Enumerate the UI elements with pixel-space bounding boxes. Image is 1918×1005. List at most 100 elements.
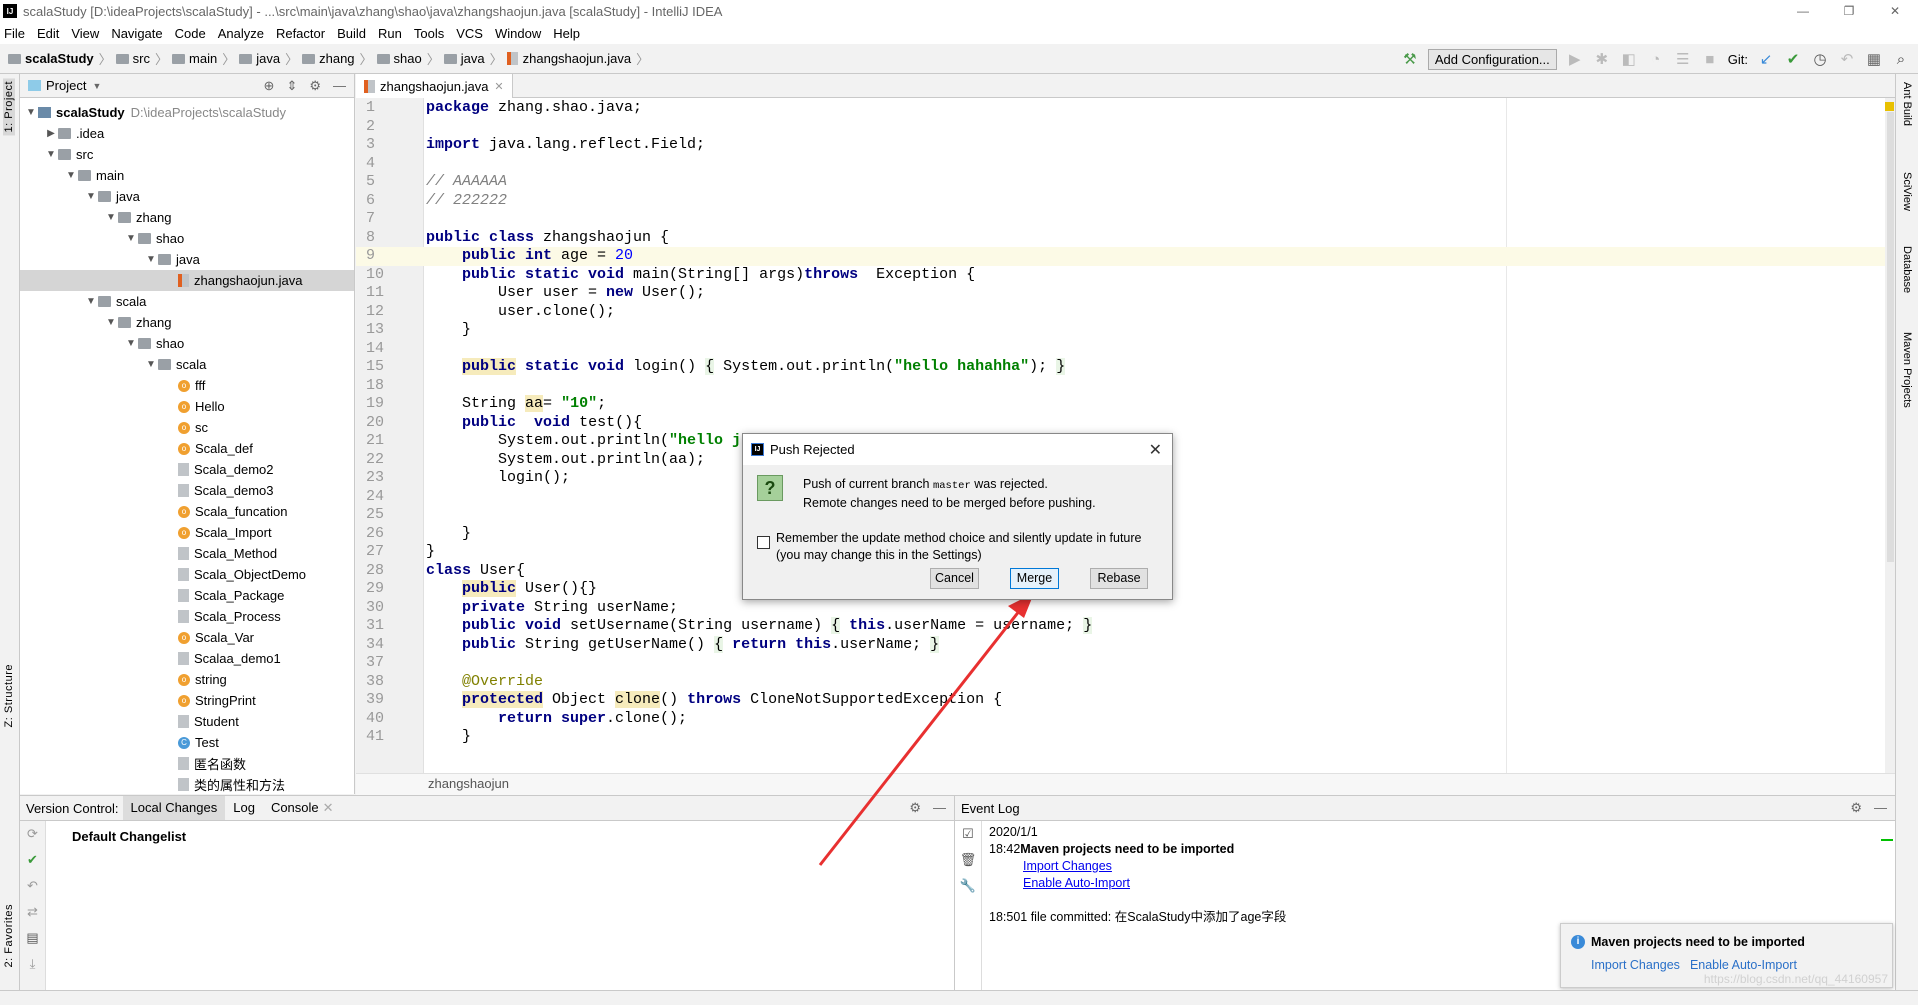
locate-icon[interactable]: ⊕ (264, 78, 275, 94)
tree-item[interactable]: ▼ shao (20, 228, 354, 249)
menu-edit[interactable]: Edit (37, 26, 59, 41)
code-line[interactable]: 34 public String getUserName() { return … (356, 635, 1895, 655)
breadcrumb-item[interactable]: zhangshaojun.java 〉 (506, 49, 649, 68)
code-line[interactable]: 12 user.clone(); (356, 303, 1895, 322)
maximize-button[interactable]: ❐ (1826, 0, 1872, 22)
chevron-down-icon[interactable]: ▼ (84, 296, 98, 307)
menu-vcs[interactable]: VCS (456, 26, 483, 41)
tree-item[interactable]: Scala_demo3 (20, 480, 354, 501)
import-changes-link[interactable]: Import Changes (1023, 859, 1112, 873)
shelve-icon[interactable]: ⤓ (20, 951, 45, 977)
tree-item[interactable]: ▼ shao (20, 333, 354, 354)
tree-item[interactable]: o sc (20, 417, 354, 438)
run-list-icon[interactable]: ☰ (1674, 50, 1692, 68)
tree-item[interactable]: 类的属性和方法 (20, 774, 354, 795)
menu-code[interactable]: Code (175, 26, 206, 41)
breadcrumb-item[interactable]: zhang 〉 (302, 49, 373, 68)
trash-icon[interactable]: 🗑 (955, 847, 981, 873)
close-tab-icon[interactable]: ✕ (323, 800, 334, 815)
warning-marker-icon[interactable] (1885, 102, 1894, 111)
minimize-button[interactable]: — (1780, 0, 1826, 22)
chevron-down-icon[interactable]: ▼ (144, 359, 158, 370)
breadcrumb-item[interactable]: main 〉 (172, 49, 235, 68)
cancel-button[interactable]: Cancel (930, 568, 979, 589)
chevron-down-icon[interactable]: ▼ (104, 317, 118, 328)
structure-tool-button[interactable]: Z: Structure (3, 664, 15, 727)
menu-help[interactable]: Help (553, 26, 580, 41)
chevron-down-icon[interactable]: ▼ (124, 338, 138, 349)
sciview-tool-button[interactable]: SciView (1901, 172, 1913, 211)
tree-item[interactable]: o Scala_Var (20, 627, 354, 648)
chevron-down-icon[interactable]: ▼ (44, 149, 58, 160)
editor-breadcrumb[interactable]: zhangshaojun (356, 773, 1895, 795)
breadcrumb-item[interactable]: scalaStudy 〉 (8, 49, 112, 68)
rollback-icon[interactable]: ↶ (20, 873, 45, 899)
code-line[interactable]: 37 (356, 654, 1895, 673)
tree-item[interactable]: o StringPrint (20, 690, 354, 711)
code-line[interactable]: 6 // 222222 (356, 192, 1895, 211)
code-line[interactable]: 1 package zhang.shao.java; (356, 99, 1895, 118)
git-commit-icon[interactable]: ✔ (1784, 50, 1802, 68)
chevron-down-icon[interactable]: ▼ (124, 233, 138, 244)
tree-item[interactable]: Scala_Package (20, 585, 354, 606)
remember-choice-checkbox[interactable]: Remember the update method choice and si… (757, 530, 1142, 564)
breadcrumb-item[interactable]: src 〉 (115, 49, 168, 68)
code-line[interactable]: 20 public void test(){ (356, 414, 1895, 433)
code-line[interactable]: 40 return super.clone(); (356, 710, 1895, 729)
refresh-icon[interactable]: ⟳ (20, 821, 45, 847)
tree-item[interactable]: ▶ .idea (20, 123, 354, 144)
tree-item[interactable]: Scala_ObjectDemo (20, 564, 354, 585)
close-tab-icon[interactable]: ✕ (494, 80, 503, 93)
menu-analyze[interactable]: Analyze (218, 26, 264, 41)
code-line[interactable]: 13 } (356, 321, 1895, 340)
mark-read-icon[interactable]: ☑ (955, 821, 981, 847)
code-line[interactable]: 9 public int age = 20 (356, 247, 1895, 266)
chevron-right-icon[interactable]: ▶ (44, 128, 58, 139)
code-line[interactable]: 30 private String userName; (356, 599, 1895, 618)
menu-run[interactable]: Run (378, 26, 402, 41)
tree-item[interactable]: zhangshaojun.java (20, 270, 354, 291)
tree-item[interactable]: Scala_Method (20, 543, 354, 564)
tree-item[interactable]: ▼ scala (20, 354, 354, 375)
enable-auto-import-link[interactable]: Enable Auto-Import (1023, 876, 1130, 890)
tree-item[interactable]: o fff (20, 375, 354, 396)
tree-item[interactable]: Scala_demo2 (20, 459, 354, 480)
code-line[interactable]: 14 (356, 340, 1895, 359)
chevron-down-icon[interactable]: ▼ (92, 81, 101, 91)
code-line[interactable]: 5 // AAAAAA (356, 173, 1895, 192)
tree-item[interactable]: Scala_Process (20, 606, 354, 627)
menu-tools[interactable]: Tools (414, 26, 444, 41)
commit-check-icon[interactable]: ✔ (20, 847, 45, 873)
tree-item[interactable]: o Scala_def (20, 438, 354, 459)
tree-item[interactable]: ▼ java (20, 186, 354, 207)
code-line[interactable]: 39 protected Object clone() throws Clone… (356, 691, 1895, 710)
tree-item[interactable]: Scalaa_demo1 (20, 648, 354, 669)
editor-scrollbar[interactable] (1885, 98, 1895, 773)
gear-icon[interactable]: ⚙ (309, 78, 321, 94)
collapse-all-icon[interactable]: ⇕ (286, 78, 297, 94)
tree-item[interactable]: ▼ zhang (20, 312, 354, 333)
gear-icon[interactable]: ⚙ (1850, 800, 1862, 816)
tree-item[interactable]: ▼ zhang (20, 207, 354, 228)
menu-window[interactable]: Window (495, 26, 541, 41)
code-line[interactable]: 4 (356, 155, 1895, 174)
tab-console[interactable]: Console ✕ (263, 796, 342, 820)
tab-local-changes[interactable]: Local Changes (122, 796, 226, 820)
chevron-down-icon[interactable]: ▼ (144, 254, 158, 265)
favorites-tool-button[interactable]: 2: Favorites (3, 904, 15, 967)
chevron-down-icon[interactable]: ▼ (104, 212, 118, 223)
import-changes-link[interactable]: Import Changes (1591, 958, 1680, 972)
add-configuration-button[interactable]: Add Configuration... (1427, 48, 1557, 70)
menu-view[interactable]: View (71, 26, 99, 41)
history-icon[interactable]: ◷ (1811, 50, 1829, 68)
maven-projects-tool-button[interactable]: Maven Projects (1901, 332, 1913, 408)
tree-item[interactable]: ▼ src (20, 144, 354, 165)
hide-icon[interactable]: — (1874, 800, 1887, 816)
tree-item[interactable]: 匿名函数 (20, 753, 354, 774)
ant-build-tool-button[interactable]: Ant Build (1901, 82, 1913, 126)
merge-button[interactable]: Merge (1010, 568, 1059, 589)
breadcrumb-item[interactable]: shao 〉 (376, 49, 440, 68)
menu-file[interactable]: File (4, 26, 25, 41)
hide-icon[interactable]: — (333, 78, 346, 94)
diff-icon[interactable]: ⇄ (20, 899, 45, 925)
